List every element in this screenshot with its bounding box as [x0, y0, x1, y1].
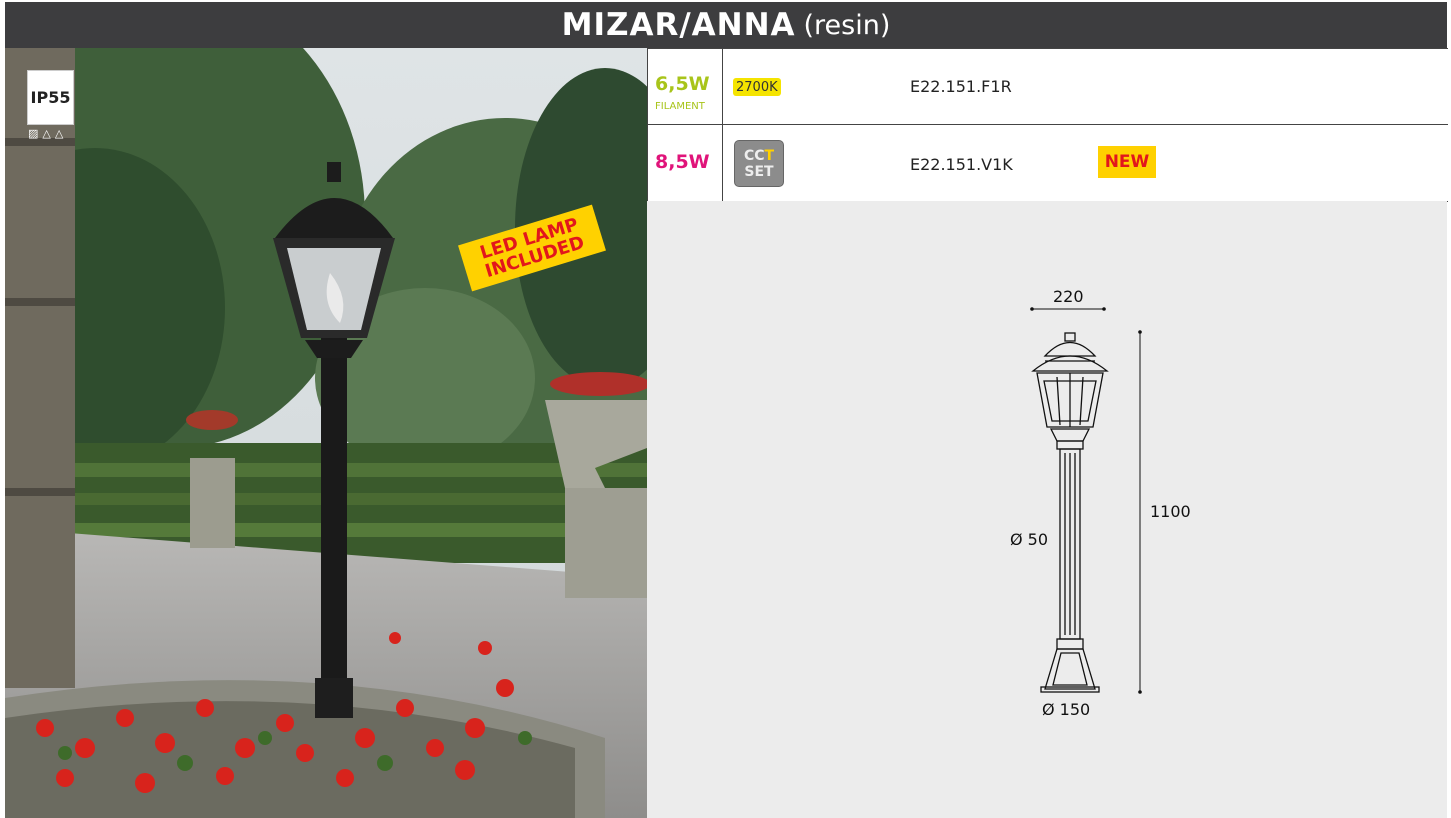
pole-diameter-label: Ø 50: [1010, 530, 1049, 549]
wattage: 6,5W: [655, 73, 710, 95]
cct-label: CCT: [743, 147, 775, 164]
variants-table: 6,5W FILAMENT 2700K E22.151.F1R 8,5W CCT…: [647, 48, 1448, 202]
product-material: (resin): [803, 9, 891, 41]
color-temperature-badge: 2700K: [733, 78, 781, 96]
product-title-bar: MIZAR/ANNA (resin): [5, 2, 1447, 48]
triangle-symbol-icon: △: [42, 126, 51, 140]
certification-symbols: ▨ △ △: [28, 126, 88, 140]
cct-set-badge: CCT SET: [734, 140, 784, 187]
base-diameter-label: Ø 150: [1042, 700, 1091, 719]
dust-symbol-icon: ▨: [28, 126, 39, 140]
variant-row: 8,5W CCT SET E22.151.V1K NEW: [648, 125, 1448, 200]
technical-drawing: 220 1100 Ø 50 Ø 150: [647, 201, 1447, 818]
triangle-symbol-icon: △: [54, 126, 64, 140]
set-label: SET: [744, 163, 774, 180]
variant-row: 6,5W FILAMENT 2700K E22.151.F1R: [648, 49, 1448, 125]
ip-rating-badge: IP55: [27, 70, 74, 125]
product-code: E22.151.V1K: [910, 155, 1013, 174]
product-code: E22.151.F1R: [910, 77, 1012, 96]
height-dimension-label: 1100: [1150, 502, 1191, 521]
new-badge: NEW: [1098, 146, 1156, 178]
width-dimension-label: 220: [1053, 287, 1084, 306]
product-photo: [5, 48, 647, 818]
wattage-subtitle: FILAMENT: [655, 101, 705, 112]
wattage: 8,5W: [655, 151, 710, 173]
product-name: MIZAR/ANNA: [561, 7, 796, 43]
